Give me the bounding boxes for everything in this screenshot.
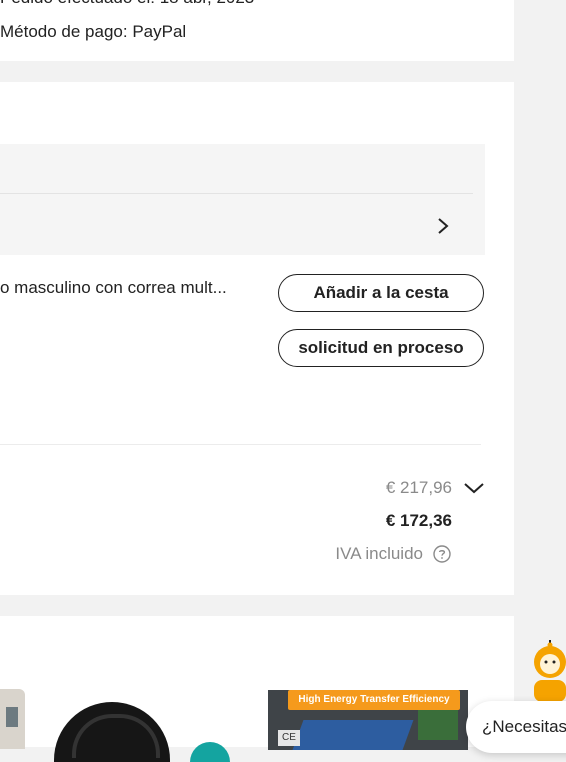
- divider: [0, 444, 481, 445]
- order-date: Pedido efectuado el: 18 abr, 2023: [0, 0, 254, 8]
- divider: [0, 193, 473, 194]
- request-in-process-button[interactable]: solicitud en proceso: [278, 329, 484, 367]
- recommendations-card: CE High Energy Transfer Efficiency: [0, 616, 514, 762]
- payment-method: Método de pago: PayPal: [0, 22, 187, 41]
- product-title[interactable]: o masculino con correa mult...: [0, 278, 227, 298]
- vat-included-label: IVA incluido: [335, 544, 423, 563]
- chevron-down-icon[interactable]: [463, 481, 485, 495]
- ce-mark: CE: [278, 730, 300, 746]
- product-thumbnail[interactable]: [54, 702, 170, 762]
- final-price: € 172,36: [385, 511, 452, 530]
- promo-badge: High Energy Transfer Efficiency: [288, 690, 460, 710]
- order-card: o masculino con correa mult... Añadir a …: [0, 82, 514, 595]
- question-icon[interactable]: [433, 545, 451, 563]
- store-header[interactable]: [0, 144, 485, 255]
- assistant-mascot-icon[interactable]: [528, 640, 566, 702]
- help-chat-button[interactable]: ¿Necesitas: [466, 701, 566, 753]
- order-info-card: Pedido efectuado el: 18 abr, 2023 Método…: [0, 0, 514, 61]
- add-to-cart-button[interactable]: Añadir a la cesta: [278, 274, 484, 312]
- product-thumbnail[interactable]: [0, 689, 25, 749]
- product-thumbnail[interactable]: [190, 742, 230, 762]
- original-price: € 217,96: [385, 478, 452, 497]
- chevron-right-icon[interactable]: [436, 216, 450, 236]
